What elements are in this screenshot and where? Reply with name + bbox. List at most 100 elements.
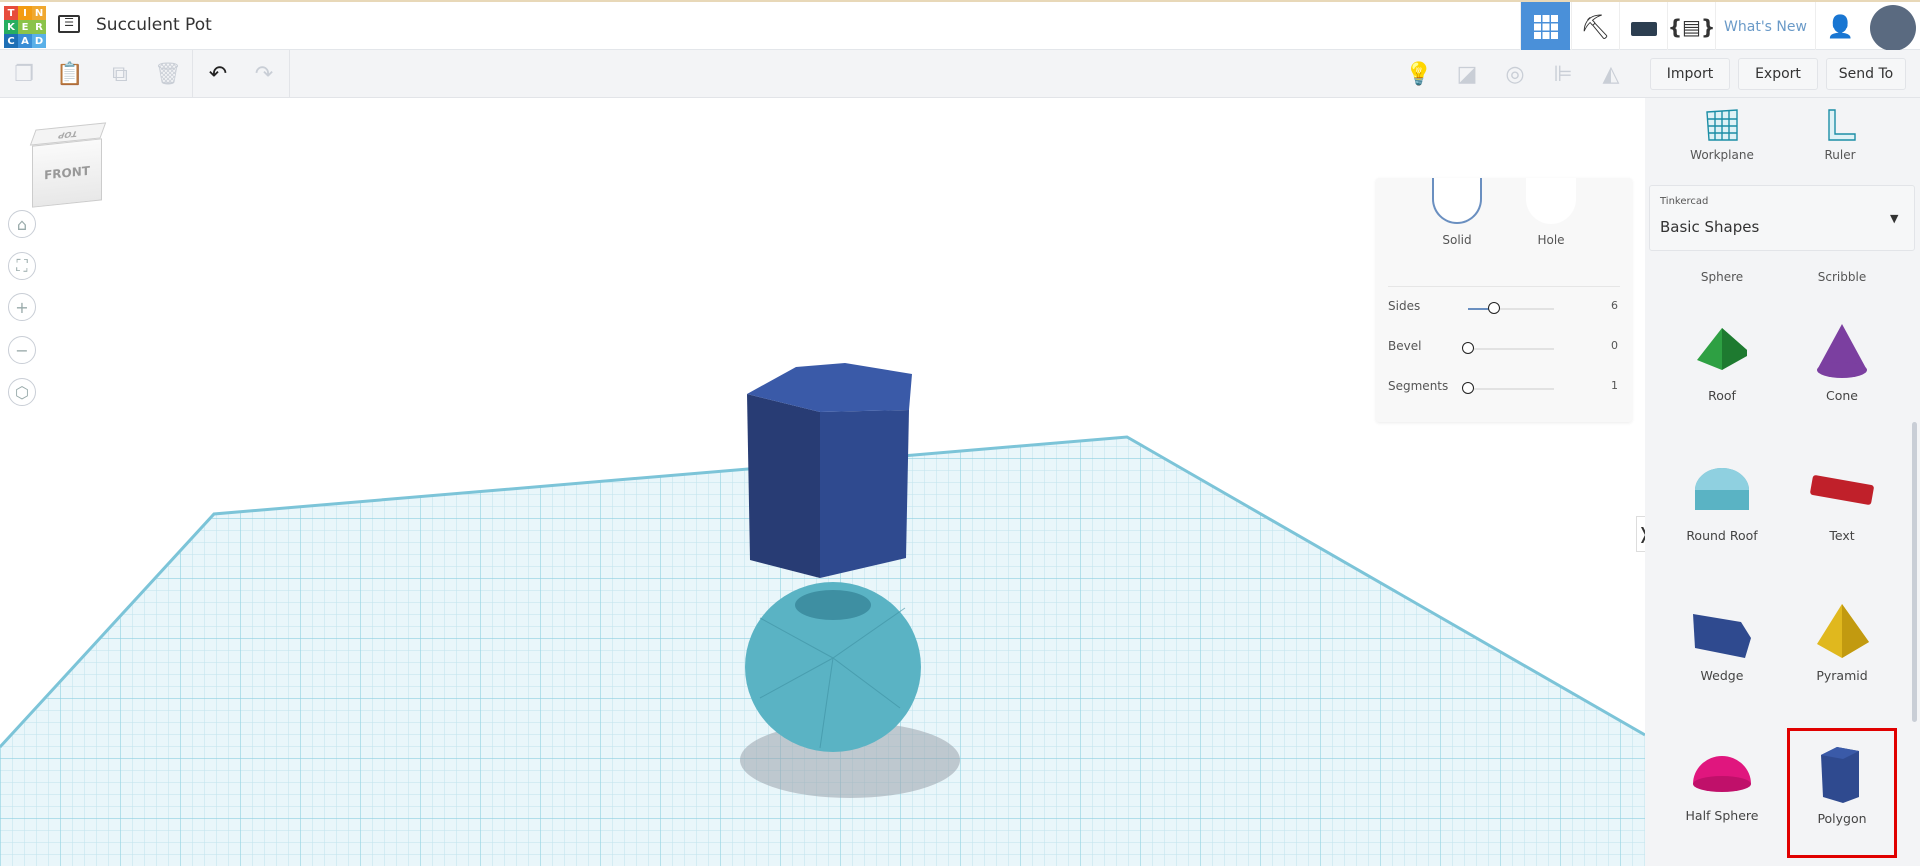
pyramid-shape-icon <box>1817 604 1869 658</box>
half-sphere-shape-icon <box>1693 756 1751 792</box>
group-icon[interactable]: ◪ <box>1445 50 1489 98</box>
blocks-pickaxe-button[interactable]: ⛏ <box>1571 2 1619 52</box>
polygon-object <box>747 363 912 578</box>
home-view-icon[interactable]: ⌂ <box>8 210 36 238</box>
shapes-panel: Workplane Ruler Tinkercad Basic Shapes ▼… <box>1645 98 1920 866</box>
workplane-label: Workplane <box>1690 148 1754 162</box>
wedge-shape-icon <box>1693 614 1751 658</box>
shape-label: Text <box>1829 528 1855 543</box>
shape-cone[interactable]: Cone <box>1787 308 1897 438</box>
grid-icon <box>1533 15 1558 39</box>
paste-icon[interactable]: 📋 <box>48 50 92 98</box>
redo-icon[interactable]: ↷ <box>242 50 286 98</box>
divider <box>1388 286 1620 287</box>
shape-label: Round Roof <box>1686 528 1758 543</box>
code-braces-icon: {▤} <box>1667 15 1716 39</box>
shape-round-roof[interactable]: Round Roof <box>1667 448 1777 578</box>
round-roof-shape-icon <box>1695 468 1749 510</box>
dropdown-caption: Tinkercad <box>1660 196 1709 207</box>
shape-label: Half Sphere <box>1685 808 1759 823</box>
duplicate-icon[interactable]: ⧉ <box>98 50 142 98</box>
trash-icon[interactable]: 🗑 <box>146 50 190 98</box>
chevron-down-icon: ▼ <box>1890 212 1899 225</box>
shape-wedge[interactable]: Wedge <box>1667 588 1777 718</box>
hole-label: Hole <box>1537 233 1565 247</box>
shape-label: Wedge <box>1700 668 1744 683</box>
shape-label: Polygon <box>1817 811 1867 826</box>
add-user-icon: 👤 <box>1826 14 1855 40</box>
lightbulb-icon[interactable]: 💡 <box>1397 50 1441 98</box>
codeblocks-button[interactable]: {▤} <box>1667 2 1715 52</box>
toolbar: ❐ 📋 ⧉ 🗑 ↶ ↷ 💡 ◪ ◎ ⊫ ◭ Import Export Send… <box>0 50 1920 98</box>
ruler-label: Ruler <box>1824 148 1856 162</box>
ruler-button[interactable]: Ruler <box>1795 108 1885 162</box>
import-button[interactable]: Import <box>1650 58 1730 90</box>
view-cube[interactable]: FRONT <box>32 138 102 208</box>
dropdown-value: Basic Shapes <box>1660 218 1760 236</box>
undo-icon[interactable]: ↶ <box>196 50 240 98</box>
send-to-button[interactable]: Send To <box>1826 58 1906 90</box>
copy-icon[interactable]: ❐ <box>2 50 46 98</box>
perspective-icon[interactable]: ⬡ <box>8 378 36 406</box>
shape-library-dropdown[interactable]: Tinkercad Basic Shapes ▼ <box>1649 185 1915 251</box>
design-title[interactable]: Succulent Pot <box>96 15 212 35</box>
param-slider[interactable] <box>1468 388 1554 390</box>
solid-button[interactable] <box>1432 178 1482 224</box>
ungroup-icon[interactable]: ◎ <box>1493 50 1537 98</box>
shape-inspector: Solid Hole Sides 6 Bevel 0 Segments 1 <box>1376 178 1632 422</box>
design-list-icon[interactable]: ☰ <box>58 15 80 33</box>
shape-text[interactable]: Text <box>1787 448 1897 578</box>
tinkercad-logo[interactable]: TIN KER CAD <box>4 6 46 48</box>
param-slider[interactable] <box>1468 308 1554 310</box>
ruler-icon <box>1828 109 1856 141</box>
param-slider-knob[interactable] <box>1487 302 1500 314</box>
polygon-shape-icon <box>1821 747 1859 803</box>
top-bar: TIN KER CAD ☰ Succulent Pot ⛏ {▤} What's… <box>0 0 1920 52</box>
shapes-grid: Sphere Scribble Roof Cone Round Roof Tex… <box>1645 258 1912 866</box>
whats-new-link[interactable]: What's New <box>1715 2 1815 52</box>
view-cube-front-label: FRONT <box>44 163 90 183</box>
shape-roof[interactable]: Roof <box>1667 308 1777 438</box>
param-value: 6 <box>1611 299 1618 312</box>
panel-scrollbar[interactable] <box>1912 422 1917 722</box>
shape-polygon[interactable]: Polygon <box>1787 728 1897 858</box>
zoom-out-icon[interactable]: − <box>8 336 36 364</box>
roof-shape-icon <box>1697 328 1747 370</box>
solid-label: Solid <box>1442 233 1472 247</box>
brick-icon <box>1630 22 1657 36</box>
param-label: Segments <box>1388 379 1449 393</box>
3d-view-button[interactable] <box>1520 2 1570 52</box>
param-slider-knob[interactable] <box>1462 342 1474 354</box>
zoom-in-icon[interactable]: + <box>8 293 36 321</box>
shape-sphere[interactable]: Sphere <box>1667 270 1777 284</box>
text-shape-icon <box>1810 475 1874 505</box>
export-button[interactable]: Export <box>1738 58 1818 90</box>
param-label: Sides <box>1388 299 1421 313</box>
mirror-icon[interactable]: ◭ <box>1589 50 1633 98</box>
avatar[interactable] <box>1870 5 1916 51</box>
shape-scribble[interactable]: Scribble <box>1787 270 1897 284</box>
workplane-icon <box>1706 109 1738 141</box>
pickaxe-icon: ⛏ <box>1580 13 1611 41</box>
divider <box>192 50 193 98</box>
hole-button[interactable] <box>1526 178 1576 224</box>
view-cube-top-label: TOP <box>56 128 80 140</box>
align-icon[interactable]: ⊫ <box>1541 50 1585 98</box>
fit-view-icon[interactable]: ⛶ <box>8 252 36 280</box>
divider <box>289 50 290 98</box>
shape-label: Cone <box>1826 388 1858 403</box>
param-label: Bevel <box>1388 339 1422 353</box>
invite-user-button[interactable]: 👤 <box>1815 2 1865 52</box>
cone-shape-icon <box>1817 324 1867 378</box>
shape-half-sphere[interactable]: Half Sphere <box>1667 728 1777 858</box>
param-value: 0 <box>1611 339 1618 352</box>
shape-pyramid[interactable]: Pyramid <box>1787 588 1897 718</box>
param-slider-knob[interactable] <box>1462 382 1474 394</box>
bricks-button[interactable] <box>1619 2 1667 52</box>
shape-label: Roof <box>1708 388 1736 403</box>
workplane-button[interactable]: Workplane <box>1677 108 1767 162</box>
shape-label: Pyramid <box>1816 668 1868 683</box>
param-value: 1 <box>1611 379 1618 392</box>
sphere-object <box>745 582 921 752</box>
param-slider[interactable] <box>1468 348 1554 350</box>
